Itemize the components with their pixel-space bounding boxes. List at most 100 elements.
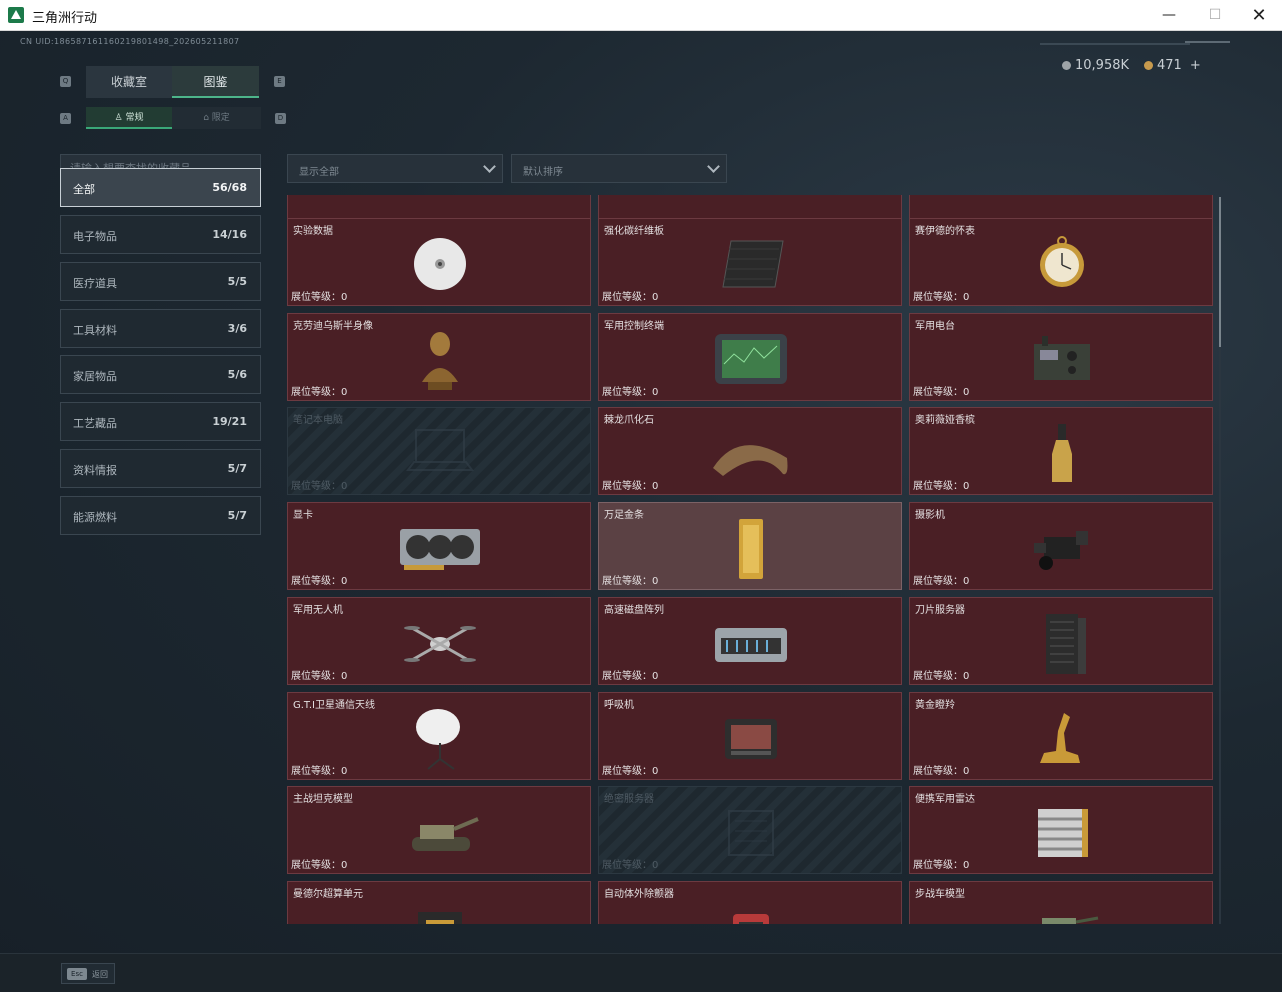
sort-value: 默认排序 [523,167,563,178]
category-count: 19/21 [212,415,247,428]
minimize-button[interactable]: — [1146,0,1192,31]
satellite-dish-icon [398,703,482,773]
display-level: 展位等级：0 [913,860,970,871]
add-currency-button[interactable]: + [1190,58,1201,73]
category-count: 5/5 [227,275,247,288]
collectible-card[interactable]: 军用无人机展位等级：0 [287,597,591,685]
display-filter-dropdown[interactable]: 显示全部 [287,154,503,183]
collectible-name: 强化碳纤维板 [604,226,664,237]
display-level: 展位等级：0 [291,671,348,682]
collectible-card[interactable]: G.T.I卫星通信天线 展位等级：0 [287,692,591,780]
subtab-limited-label: 限定 [211,113,230,123]
category-name: 资料情报 [73,464,117,477]
back-label: 返回 [92,970,108,979]
display-level: 展位等级：0 [913,671,970,682]
collectible-card[interactable]: 刀片服务器 展位等级：0 [909,597,1213,685]
grid-scrollbar-thumb[interactable] [1219,197,1221,347]
collectible-name: 笔记本电脑 [293,415,343,426]
radar-icon [1020,797,1104,867]
collectible-card[interactable]: 显卡 展位等级：0 [287,502,591,590]
category-item[interactable]: 电子物品 14/16 [60,215,261,254]
category-item[interactable]: 资料情报 5/7 [60,449,261,488]
uid-watermark: CN UID:18658716116021980149​8_20260521​1… [20,37,240,46]
display-level: 展位等级：0 [602,387,659,398]
category-item[interactable]: 能源燃料 5/7 [60,496,261,535]
claw-fossil-icon [709,418,793,488]
close-button[interactable]: ✕ [1236,0,1282,31]
sort-dropdown[interactable]: 默认排序 [511,154,727,183]
category-name: 医疗道具 [73,277,117,290]
collectible-card[interactable]: 呼吸机 展位等级：0 [598,692,902,780]
collectible-card[interactable]: 绝密服务器 展位等级：0 [598,786,902,874]
subtab-right-key-hint: D [275,113,286,124]
collectible-name: 军用无人机 [293,605,343,616]
top-divider [1040,43,1190,45]
chevron-down-icon [483,160,496,173]
collectible-name: 赛伊德的怀表 [915,226,975,237]
collectible-name: 呼吸机 [604,700,634,711]
pocket-watch-icon [1020,229,1104,299]
tab-right-key-hint: E [274,76,285,87]
tank-icon [398,797,482,867]
collectible-name: 便携军用雷达 [915,794,975,805]
radio-icon [1020,324,1104,394]
category-count: 14/16 [212,228,247,241]
server-icon [709,797,793,867]
collectible-card[interactable]: 黄金瞪羚展位等级：0 [909,692,1213,780]
collectible-card[interactable]: 笔记本电脑 展位等级：0 [287,407,591,495]
collectible-card[interactable]: 步战车模型展位等级：0 [909,881,1213,924]
collectible-name: 曼德尔超算单元 [293,889,363,900]
display-filter-value: 显示全部 [299,167,339,178]
maximize-button[interactable]: ☐ [1192,0,1238,31]
category-count: 5/7 [227,509,247,522]
display-level: 展位等级：0 [913,292,970,303]
collectible-card[interactable]: 曼德尔超算单元展位等级：0 [287,881,591,924]
collectible-card[interactable]: 奥莉薇娅香槟 展位等级：0 [909,407,1213,495]
collectible-card[interactable]: 军用控制终端 展位等级：0 [598,313,902,401]
collectible-card[interactable]: 赛伊德的怀表 展位等级：0 [909,218,1213,306]
camera-icon [1020,513,1104,583]
silver-currency: 10,958K [1062,58,1129,73]
tab-codex[interactable]: 图鉴 [172,66,259,98]
collectible-card[interactable]: 高速磁盘阵列 展位等级：0 [598,597,902,685]
subtab-limited[interactable]: ⌂ 限定 [172,107,261,129]
tab-collection-room[interactable]: 收藏室 [86,66,172,98]
collectible-name: 奥莉薇娅香槟 [915,415,975,426]
display-level: 展位等级：0 [913,766,970,777]
display-level: 展位等级：0 [602,576,659,587]
blade-server-icon [1020,608,1104,678]
collectible-card[interactable]: 自动体外除颤器展位等级：0 [598,881,902,924]
champagne-icon [1020,418,1104,488]
collectible-card[interactable]: 实验数据 展位等级：0 [287,218,591,306]
category-count: 56/68 [212,181,247,194]
category-item[interactable]: 工艺藏品 19/21 [60,402,261,441]
category-item[interactable]: 全部 56/68 [60,168,261,207]
subtab-regular[interactable]: ♙ 常规 [86,107,172,129]
display-level: 展位等级：0 [913,387,970,398]
carbon-plate-icon [709,229,793,299]
collectible-card[interactable]: 军用电台 展位等级：0 [909,313,1213,401]
tab-left-key-hint: Q [60,76,71,87]
ifv-icon [1020,892,1104,924]
category-item[interactable]: 工具材料 3/6 [60,309,261,348]
collectible-card[interactable]: 主战坦克模型 展位等级：0 [287,786,591,874]
collectible-card[interactable]: 摄影机 展位等级：0 [909,502,1213,590]
back-button[interactable]: Esc 返回 [61,963,115,984]
collectible-card[interactable]: 便携军用雷达 展位等级：0 [909,786,1213,874]
laptop-icon [398,418,482,488]
subtab-regular-label: 常规 [125,113,144,123]
disk-array-icon [709,608,793,678]
collectible-card[interactable]: 万足金条 展位等级：0 [598,502,902,590]
collectible-card[interactable]: 强化碳纤维板 展位等级：0 [598,218,902,306]
window-titlebar: 三角洲行动 — ☐ ✕ [0,0,1282,31]
collectible-card[interactable]: 棘龙爪化石 展位等级：0 [598,407,902,495]
category-item[interactable]: 家居物品 5/6 [60,355,261,394]
category-item[interactable]: 医疗道具 5/5 [60,262,261,301]
item-grid: 展位等级：0展位等级：0展位等级：0实验数据展位等级：0强化碳纤维板展位等级：0… [287,195,1215,924]
limited-icon: ⌂ [203,113,212,123]
category-count: 5/7 [227,462,247,475]
category-name: 工具材料 [73,324,117,337]
chevron-down-icon [707,160,720,173]
collectible-card[interactable]: 克劳迪乌斯半身像 展位等级：0 [287,313,591,401]
collectible-name: 黄金瞪羚 [915,700,955,711]
